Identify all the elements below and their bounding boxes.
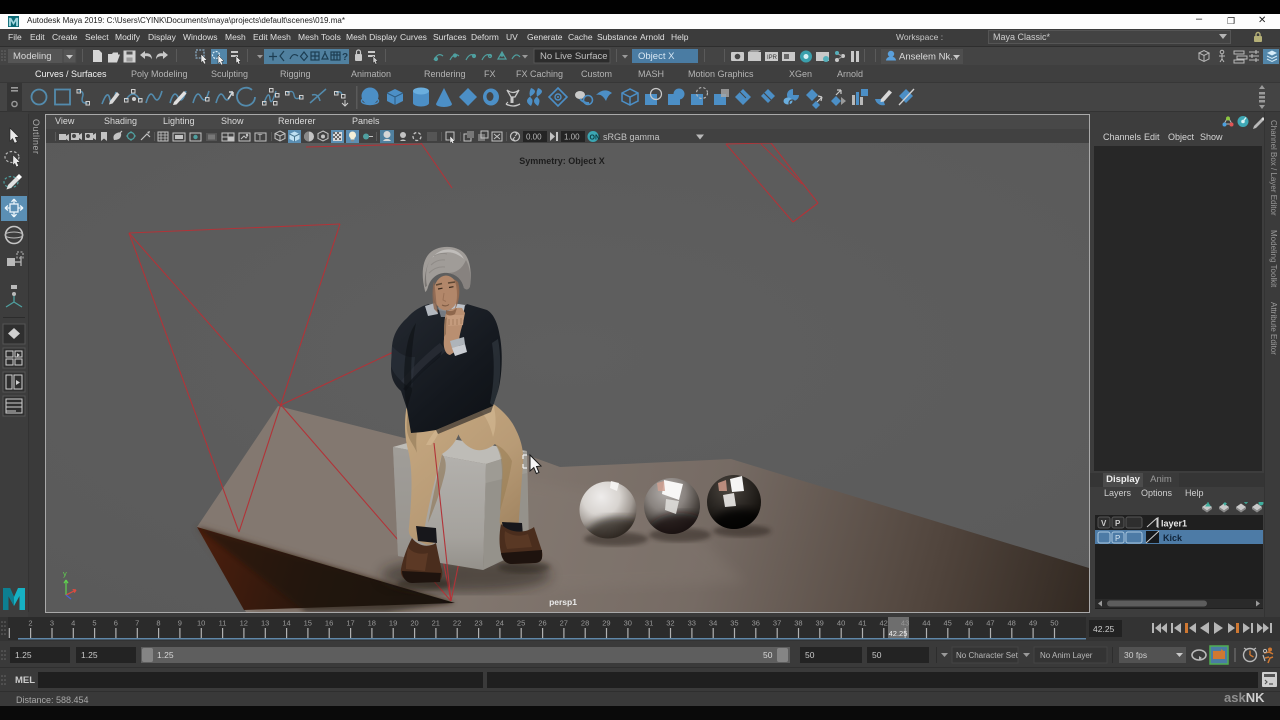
svg-text:24: 24 xyxy=(496,619,504,628)
svg-text:2: 2 xyxy=(28,619,32,628)
svg-text:19: 19 xyxy=(389,619,397,628)
svg-text:22: 22 xyxy=(453,619,461,628)
svg-text:layer1: layer1 xyxy=(1161,519,1187,529)
svg-text:17: 17 xyxy=(346,619,354,628)
svg-text:27: 27 xyxy=(560,619,568,628)
svg-text:MEL: MEL xyxy=(15,675,35,686)
svg-text:No Live Surface: No Live Surface xyxy=(540,51,608,62)
svg-text:47: 47 xyxy=(986,619,994,628)
svg-text:39: 39 xyxy=(816,619,824,628)
svg-text:No Anim Layer: No Anim Layer xyxy=(1040,651,1093,660)
svg-text:43: 43 xyxy=(901,619,909,628)
svg-text:50: 50 xyxy=(805,650,815,660)
svg-text:28: 28 xyxy=(581,619,589,628)
svg-text:6: 6 xyxy=(114,619,118,628)
svg-text:7: 7 xyxy=(135,619,139,628)
svg-text:42.25: 42.25 xyxy=(889,629,908,638)
svg-text:P: P xyxy=(1115,534,1120,543)
svg-text:46: 46 xyxy=(965,619,973,628)
svg-text:IPR: IPR xyxy=(767,55,778,61)
svg-text:44: 44 xyxy=(922,619,930,628)
svg-text:Modeling: Modeling xyxy=(13,51,52,62)
svg-text:20: 20 xyxy=(410,619,418,628)
svg-text:41: 41 xyxy=(858,619,866,628)
svg-text:26: 26 xyxy=(538,619,546,628)
svg-text:35: 35 xyxy=(730,619,738,628)
svg-text:48: 48 xyxy=(1008,619,1016,628)
svg-text:1.25: 1.25 xyxy=(15,650,32,660)
svg-text:15: 15 xyxy=(304,619,312,628)
svg-text:No Character Set: No Character Set xyxy=(956,651,1019,660)
svg-text:V: V xyxy=(1101,519,1107,528)
svg-text:37: 37 xyxy=(773,619,781,628)
svg-text:P: P xyxy=(1115,519,1121,528)
svg-text:30: 30 xyxy=(624,619,632,628)
svg-text:1.00: 1.00 xyxy=(564,133,580,142)
svg-text:14: 14 xyxy=(282,619,290,628)
svg-text:Kick: Kick xyxy=(1163,533,1183,543)
svg-text:40: 40 xyxy=(837,619,845,628)
svg-text:29: 29 xyxy=(602,619,610,628)
svg-text:0.00: 0.00 xyxy=(526,133,542,142)
svg-text:38: 38 xyxy=(794,619,802,628)
svg-text:45: 45 xyxy=(944,619,952,628)
svg-text:5: 5 xyxy=(92,619,96,628)
svg-text:1.25: 1.25 xyxy=(81,650,98,660)
svg-text:9: 9 xyxy=(178,619,182,628)
svg-text:42: 42 xyxy=(880,619,888,628)
svg-text:persp1: persp1 xyxy=(549,597,577,607)
svg-text:12: 12 xyxy=(240,619,248,628)
svg-text:33: 33 xyxy=(688,619,696,628)
svg-text:36: 36 xyxy=(752,619,760,628)
svg-text:Symmetry: Object X: Symmetry: Object X xyxy=(519,156,605,166)
svg-text:3: 3 xyxy=(50,619,54,628)
svg-text:?: ? xyxy=(342,52,348,63)
svg-text:50: 50 xyxy=(1050,619,1058,628)
svg-text:1.25: 1.25 xyxy=(157,650,174,660)
svg-text:50: 50 xyxy=(763,650,773,660)
svg-text:50: 50 xyxy=(872,650,882,660)
svg-text:30 fps: 30 fps xyxy=(1124,650,1147,660)
svg-text:16: 16 xyxy=(325,619,333,628)
svg-text:4: 4 xyxy=(71,619,75,628)
svg-text:49: 49 xyxy=(1029,619,1037,628)
svg-text:Object X: Object X xyxy=(638,51,675,62)
svg-text:23: 23 xyxy=(474,619,482,628)
svg-text:ON: ON xyxy=(590,135,601,142)
svg-text:Anselem Nk...: Anselem Nk... xyxy=(899,52,958,63)
svg-text:32: 32 xyxy=(666,619,674,628)
svg-text:11: 11 xyxy=(219,619,227,628)
svg-text:21: 21 xyxy=(432,619,440,628)
svg-text:sRGB gamma: sRGB gamma xyxy=(603,132,660,142)
svg-text:42.25: 42.25 xyxy=(1093,624,1115,634)
svg-text:y: y xyxy=(63,569,67,578)
svg-text:18: 18 xyxy=(368,619,376,628)
svg-text:34: 34 xyxy=(709,619,717,628)
svg-text:10: 10 xyxy=(197,619,205,628)
svg-text:25: 25 xyxy=(517,619,525,628)
svg-text:8: 8 xyxy=(156,619,160,628)
svg-text:31: 31 xyxy=(645,619,653,628)
svg-text:T: T xyxy=(258,133,263,142)
svg-text:13: 13 xyxy=(261,619,269,628)
